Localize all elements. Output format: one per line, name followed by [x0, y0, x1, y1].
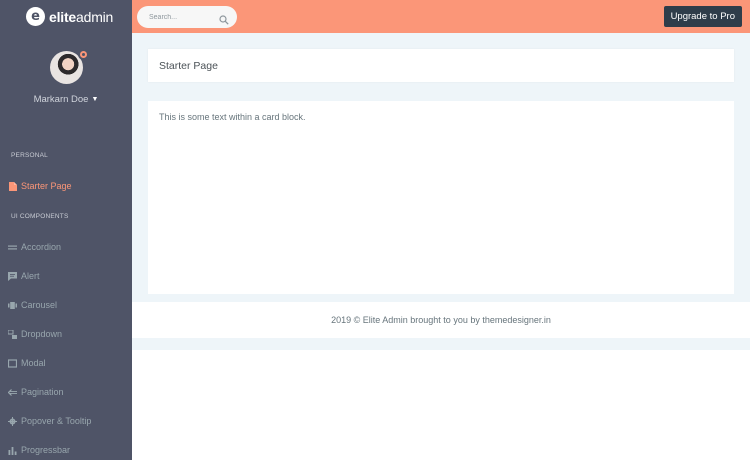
bar-chart-icon — [8, 446, 17, 455]
sidebar-item-dropdown[interactable]: Dropdown — [8, 327, 62, 341]
footer-divider — [132, 338, 750, 350]
sidebar-item-modal[interactable]: Modal — [8, 356, 46, 370]
sidebar-item-accordion[interactable]: Accordion — [8, 240, 61, 254]
search-box[interactable] — [137, 6, 237, 28]
sidebar-item-label: Starter Page — [21, 181, 72, 191]
logo-icon: e — [26, 7, 45, 26]
message-icon — [8, 271, 17, 281]
status-indicator-icon — [77, 49, 89, 60]
sidebar-item-starter-page[interactable]: Starter Page — [8, 179, 72, 193]
topbar: Upgrade to Pro — [132, 0, 750, 33]
brand-logo[interactable]: e eliteadmin — [0, 0, 132, 33]
upgrade-to-pro-button[interactable]: Upgrade to Pro — [663, 6, 742, 27]
sidebar-item-label: Modal — [21, 358, 46, 368]
carousel-icon — [8, 301, 17, 310]
file-icon — [8, 181, 17, 191]
page-title: Starter Page — [159, 59, 218, 72]
gear-icon — [8, 416, 17, 426]
page-title-card: Starter Page — [148, 49, 734, 82]
sidebar-item-label: Progressbar — [21, 445, 71, 455]
sidebar-item-label: Dropdown — [21, 329, 63, 339]
sidebar: e eliteadmin Markarn Doe ▼ PERSONAL Star… — [0, 0, 132, 460]
footer-text: 2019 © Elite Admin brought to you by the… — [331, 315, 551, 325]
search-icon[interactable] — [219, 12, 229, 25]
equals-icon — [8, 243, 17, 252]
window-icon — [8, 358, 17, 368]
card-text: This is some text within a card block. — [159, 112, 306, 122]
profile-name: Markarn Doe — [33, 94, 89, 105]
sidebar-item-alert[interactable]: Alert — [8, 269, 40, 283]
sidebar-item-label: Alert — [21, 271, 40, 281]
sidebar-item-label: Accordion — [21, 242, 62, 252]
profile-dropdown[interactable]: Markarn Doe ▼ — [34, 94, 99, 105]
sidebar-item-carousel[interactable]: Carousel — [8, 298, 57, 312]
sidebar-item-label: Popover & Tooltip — [21, 416, 92, 426]
sidebar-item-label: Carousel — [21, 300, 58, 310]
search-input[interactable] — [149, 13, 219, 21]
sidebar-item-label: Pagination — [21, 387, 64, 397]
user-profile: Markarn Doe ▼ — [0, 48, 132, 107]
avatar[interactable] — [49, 49, 89, 84]
arrow-left-icon — [8, 388, 17, 397]
nav-heading-personal: PERSONAL — [11, 152, 49, 159]
sidebar-item-pagination[interactable]: Pagination — [8, 385, 64, 399]
sidebar-item-popover-tooltip[interactable]: Popover & Tooltip — [8, 414, 91, 428]
content-card: This is some text within a card block. — [148, 101, 734, 294]
sidebar-item-progressbar[interactable]: Progressbar — [8, 443, 70, 457]
nav-heading-ui-components: UI COMPONENTS — [11, 213, 69, 220]
brand-name: eliteadmin — [49, 8, 114, 25]
chevron-down-icon: ▼ — [91, 96, 99, 103]
footer: 2019 © Elite Admin brought to you by the… — [132, 302, 750, 338]
dropdown-icon — [8, 329, 17, 339]
